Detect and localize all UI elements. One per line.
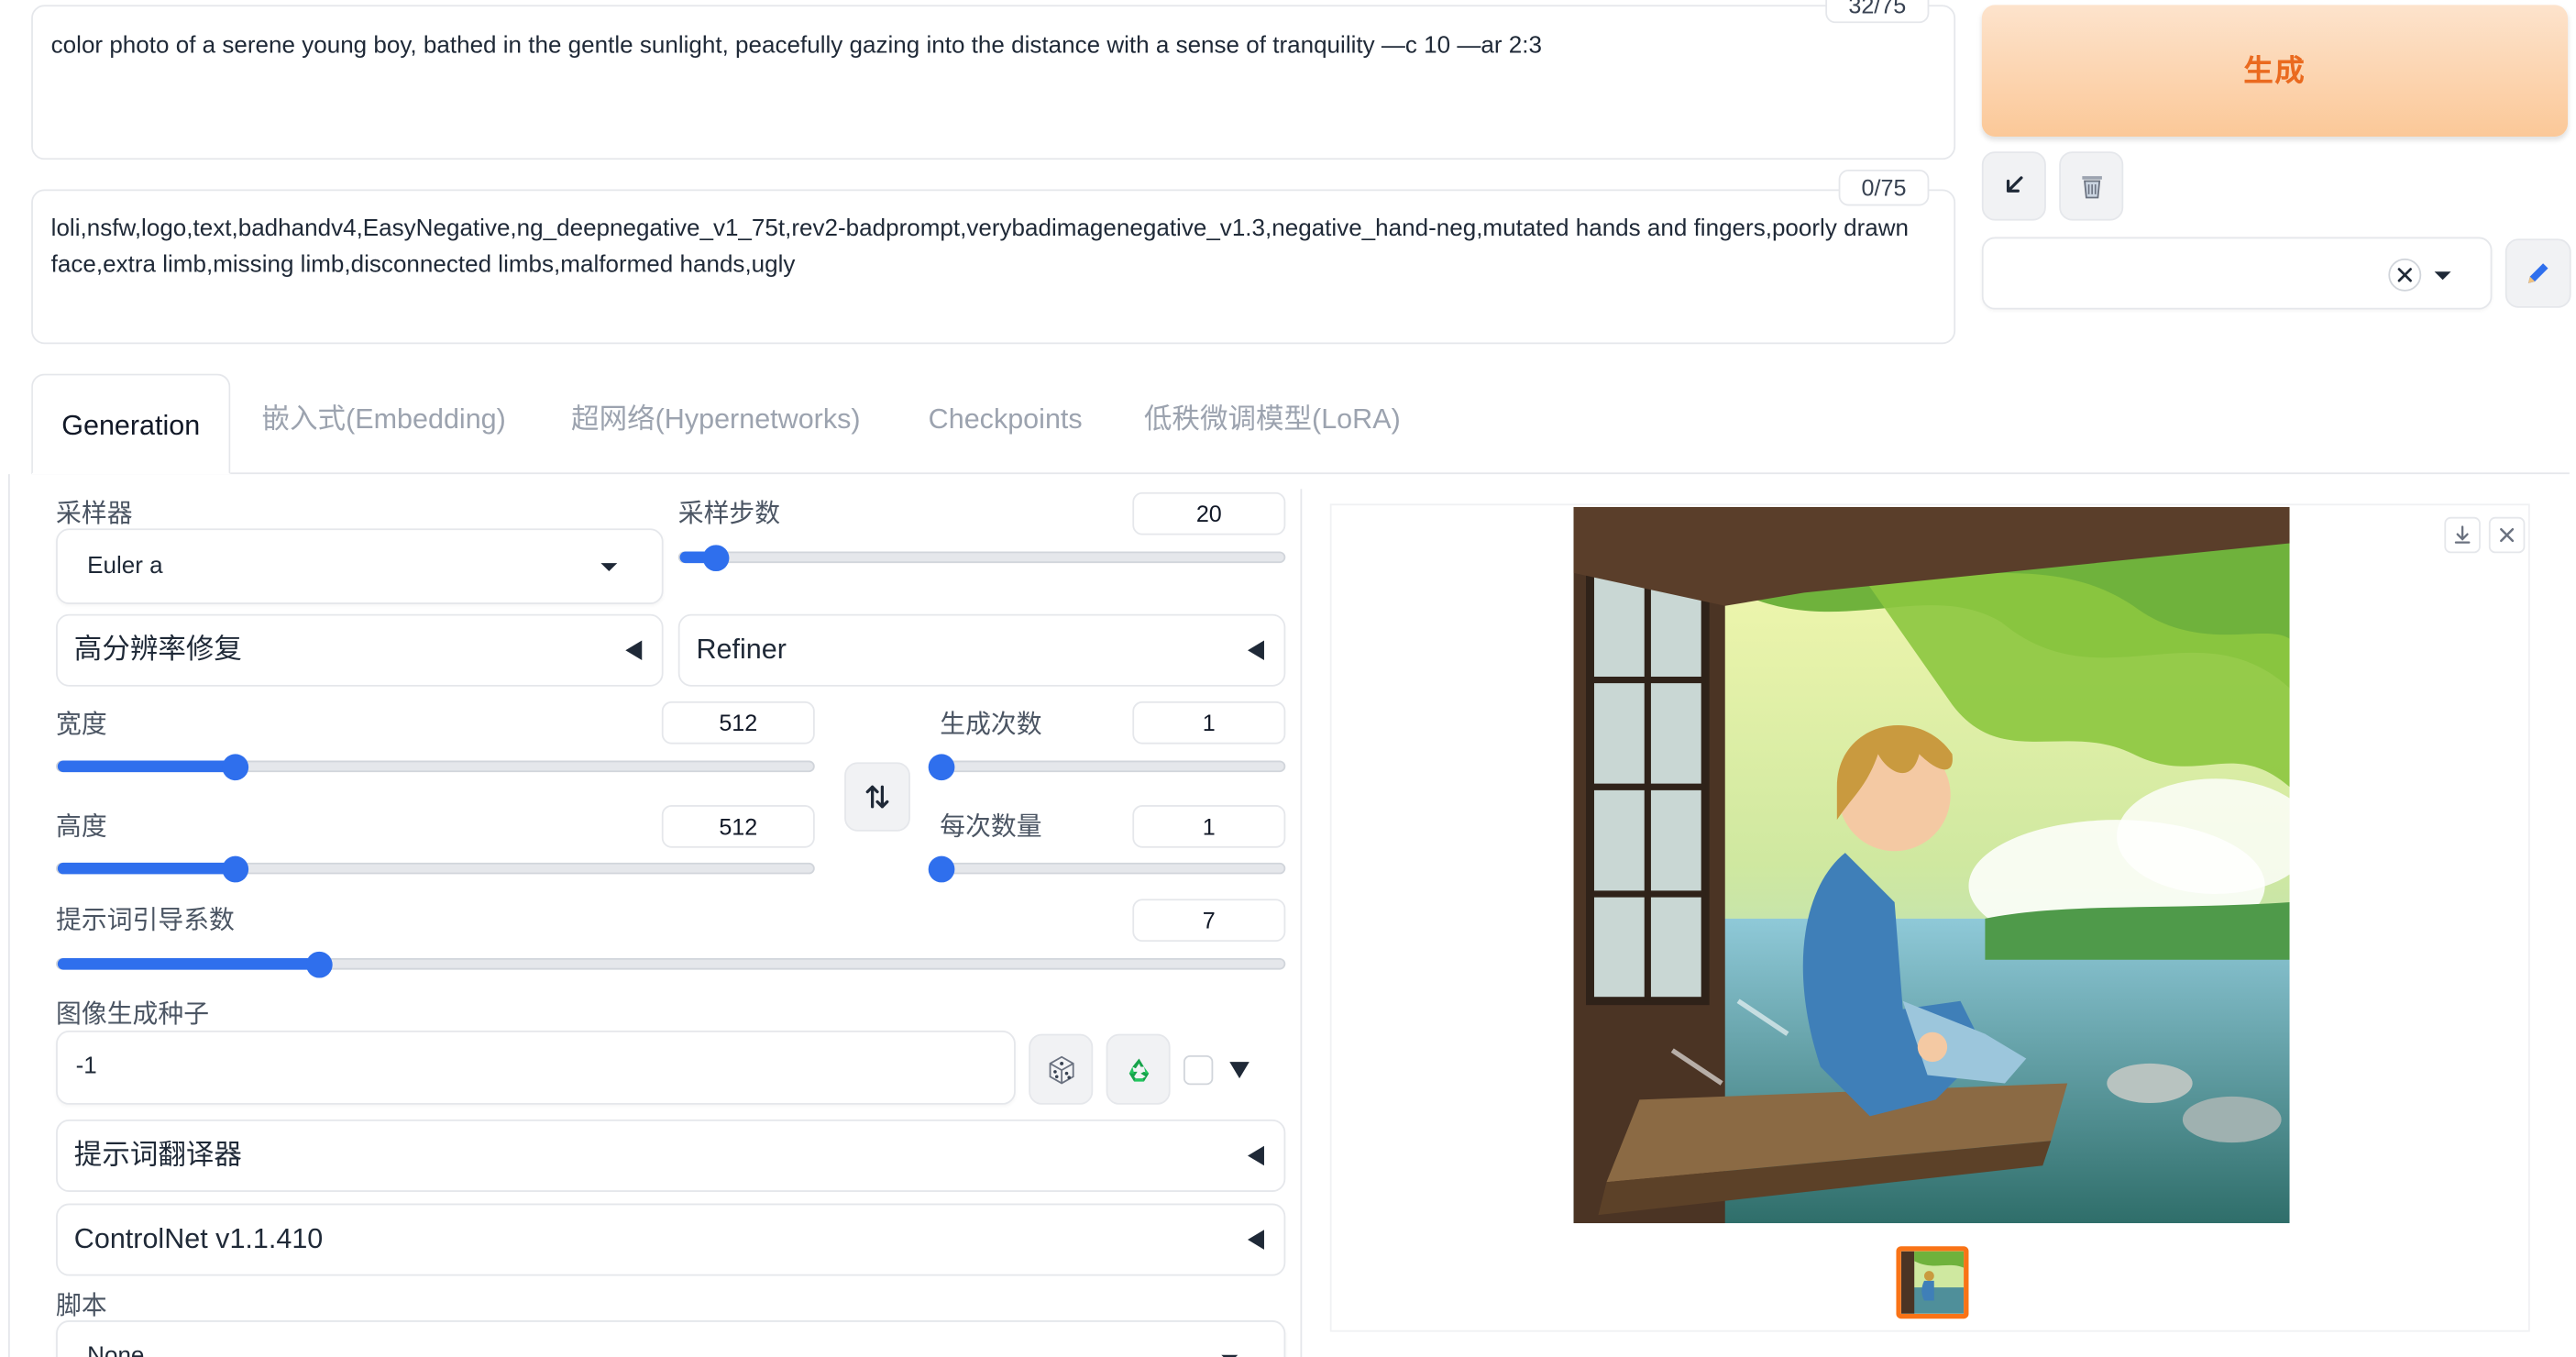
prompt-translator-label: 提示词翻译器	[73, 1139, 242, 1171]
slider-thumb[interactable]	[222, 754, 249, 781]
thumbnail-image	[1900, 1251, 1965, 1314]
styles-dropdown[interactable]	[1981, 237, 2493, 310]
height-label: 高度	[56, 812, 107, 842]
chevron-down-icon	[600, 563, 618, 572]
panel-divider	[1300, 489, 1303, 1357]
tab-checkpoints[interactable]: Checkpoints	[929, 400, 1083, 439]
width-input[interactable]: 512	[661, 701, 815, 745]
sampler-value: Euler a	[87, 553, 163, 580]
tabs-divider	[31, 472, 2570, 475]
script-dropdown[interactable]: None	[56, 1320, 1286, 1357]
cfg-scale-input[interactable]: 7	[1132, 899, 1286, 943]
refiner-accordion[interactable]: Refiner	[677, 613, 1286, 687]
swap-dimensions-button[interactable]	[844, 762, 910, 832]
tab-lora[interactable]: 低秩微调模型(LoRA)	[1144, 400, 1401, 439]
batch-count-label: 生成次数	[940, 711, 1042, 740]
steps-label: 采样步数	[677, 500, 781, 529]
script-value: None	[87, 1343, 145, 1357]
trash-icon	[2081, 176, 2102, 199]
height-input[interactable]: 512	[661, 805, 815, 848]
prompt-textarea[interactable]: color photo of a serene young boy, bathe…	[31, 5, 1956, 160]
swap-vertical-icon	[865, 785, 889, 809]
tab-embedding[interactable]: 嵌入式(Embedding)	[261, 400, 505, 439]
slider-fill	[57, 862, 237, 875]
steps-slider[interactable]	[677, 545, 1286, 572]
script-label: 脚本	[56, 1292, 107, 1321]
steps-input[interactable]: 20	[1132, 491, 1286, 535]
sampler-label: 采样器	[56, 500, 133, 529]
controlnet-accordion[interactable]: ControlNet v1.1.410	[56, 1203, 1286, 1276]
hires-fix-accordion[interactable]: 高分辨率修复	[56, 613, 664, 687]
generate-button[interactable]: 生成	[1981, 5, 2569, 138]
tab-generation[interactable]: Generation	[31, 373, 231, 475]
slider-fill	[57, 760, 237, 773]
cfg-scale-label: 提示词引导系数	[56, 907, 235, 935]
caret-left-icon	[1248, 1145, 1264, 1166]
recycle-icon	[1128, 1057, 1149, 1081]
close-preview-button[interactable]	[2488, 516, 2526, 554]
slider-thumb[interactable]	[928, 754, 955, 781]
sampler-dropdown[interactable]: Euler a	[56, 528, 664, 604]
batch-size-slider[interactable]	[928, 855, 1286, 883]
hires-fix-label: 高分辨率修复	[73, 634, 242, 666]
slider-thumb[interactable]	[222, 855, 249, 883]
panel-left-border	[7, 474, 10, 1357]
prompt-translator-accordion[interactable]: 提示词翻译器	[56, 1119, 1286, 1192]
extra-seed-checkbox[interactable]	[1183, 1054, 1214, 1086]
slider-thumb[interactable]	[702, 545, 730, 572]
webui-root: color photo of a serene young boy, bathe…	[0, 0, 2576, 1357]
paste-button[interactable]	[1981, 151, 2046, 221]
generated-image[interactable]	[1573, 507, 2290, 1224]
caret-left-icon	[625, 640, 643, 661]
batch-size-label: 每次数量	[940, 812, 1042, 842]
tab-hypernetworks[interactable]: 超网络(Hypernetworks)	[571, 400, 860, 439]
clear-styles-button[interactable]	[2388, 258, 2422, 292]
height-slider[interactable]	[56, 855, 815, 883]
batch-size-input[interactable]: 1	[1132, 805, 1286, 848]
caret-left-icon	[1248, 1230, 1264, 1250]
clear-prompt-button[interactable]	[2059, 151, 2124, 221]
controlnet-label: ControlNet v1.1.410	[73, 1223, 324, 1255]
negative-prompt-token-counter: 0/75	[1838, 169, 1930, 206]
refiner-label: Refiner	[696, 634, 787, 666]
reuse-seed-button[interactable]	[1106, 1033, 1171, 1105]
batch-count-slider[interactable]	[928, 754, 1286, 781]
edit-styles-button[interactable]	[2504, 238, 2571, 308]
seed-value: -1	[75, 1054, 97, 1080]
dice-icon	[1048, 1054, 1073, 1084]
prompt-token-counter: 32/75	[1825, 0, 1930, 24]
download-button[interactable]	[2444, 516, 2481, 554]
batch-count-input[interactable]: 1	[1132, 701, 1286, 745]
close-icon	[2500, 528, 2515, 543]
cfg-scale-slider[interactable]	[56, 951, 1286, 978]
arrow-down-left-icon	[2006, 176, 2022, 193]
chevron-down-icon	[2434, 271, 2451, 281]
caret-down-icon[interactable]	[1229, 1062, 1249, 1079]
width-label: 宽度	[56, 711, 107, 740]
width-slider[interactable]	[56, 754, 815, 781]
slider-fill	[57, 958, 321, 970]
slider-thumb[interactable]	[928, 855, 955, 883]
gallery-thumbnail[interactable]	[1896, 1246, 1969, 1319]
caret-left-icon	[1248, 640, 1264, 661]
pencil-icon	[2527, 263, 2548, 283]
random-seed-button[interactable]	[1029, 1033, 1094, 1105]
negative-prompt-text: loli,nsfw,logo,text,badhandv4,EasyNegati…	[50, 215, 1910, 279]
download-icon	[2454, 525, 2471, 544]
slider-thumb[interactable]	[306, 951, 334, 978]
output-gallery	[1329, 503, 2530, 1332]
seed-input[interactable]: -1	[56, 1031, 1016, 1105]
close-circle-icon	[2397, 268, 2412, 282]
seed-label: 图像生成种子	[56, 1000, 210, 1030]
negative-prompt-textarea[interactable]: loli,nsfw,logo,text,badhandv4,EasyNegati…	[31, 189, 1956, 345]
prompt-text: color photo of a serene young boy, bathe…	[50, 32, 1542, 60]
